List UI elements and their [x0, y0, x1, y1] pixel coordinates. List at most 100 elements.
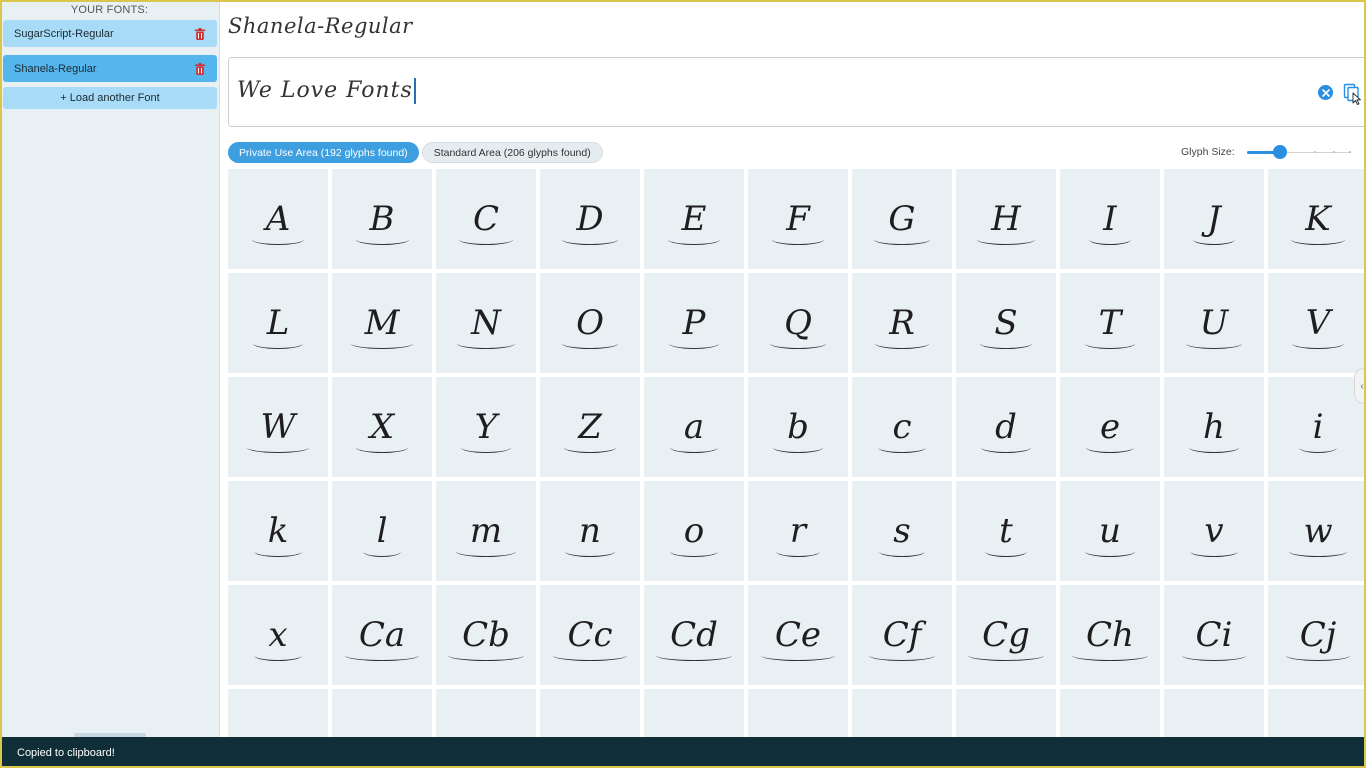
glyph-char: i [1298, 407, 1338, 453]
glyph-cell[interactable]: d [956, 377, 1056, 477]
font-item-shanela[interactable]: Shanela-Regular [3, 55, 217, 82]
glyph-cell[interactable] [436, 689, 536, 739]
glyph-cell[interactable]: J [1164, 169, 1264, 269]
glyph-cell[interactable]: I [1060, 169, 1160, 269]
preview-text[interactable]: We Love Fonts [237, 78, 416, 104]
sidebar: YOUR FONTS: SugarScript-Regular Shanela-… [0, 0, 220, 768]
glyph-cell[interactable] [228, 689, 328, 739]
glyph-cell[interactable]: m [436, 481, 536, 581]
glyph-cell[interactable]: i [1268, 377, 1366, 477]
glyph-cell[interactable]: s [852, 481, 952, 581]
clear-circle-icon[interactable] [1318, 85, 1333, 100]
glyph-cell[interactable]: e [1060, 377, 1160, 477]
glyph-cell[interactable] [852, 689, 952, 739]
glyph-cell[interactable] [1268, 689, 1366, 739]
glyph-cell[interactable]: Cc [540, 585, 640, 685]
glyph-cell[interactable]: N [436, 273, 536, 373]
glyph-cell[interactable]: E [644, 169, 744, 269]
slider-tick [1314, 151, 1316, 153]
glyph-char: Cj [1285, 615, 1350, 661]
glyph-cell[interactable]: w [1268, 481, 1366, 581]
slider-thumb[interactable] [1273, 145, 1287, 159]
glyph-cell[interactable]: P [644, 273, 744, 373]
glyph-cell[interactable]: Y [436, 377, 536, 477]
glyph-cell[interactable]: n [540, 481, 640, 581]
glyph-cell[interactable]: Cg [956, 585, 1056, 685]
glyph-char: Cf [868, 615, 935, 661]
glyph-char: C [458, 199, 514, 245]
glyph-cell[interactable]: G [852, 169, 952, 269]
glyph-cell[interactable]: D [540, 169, 640, 269]
glyph-cell[interactable]: A [228, 169, 328, 269]
glyph-char: E [667, 199, 721, 245]
glyph-cell[interactable]: o [644, 481, 744, 581]
glyph-cell[interactable]: a [644, 377, 744, 477]
glyph-cell[interactable]: u [1060, 481, 1160, 581]
glyph-char: w [1289, 511, 1347, 557]
glyph-cell[interactable] [1164, 689, 1264, 739]
preview-input[interactable]: We Love Fonts [228, 57, 1366, 127]
glyph-cell[interactable]: b [748, 377, 848, 477]
glyph-char: G [874, 199, 930, 245]
glyph-cell[interactable]: X [332, 377, 432, 477]
glyph-char: Cc [553, 615, 627, 661]
glyph-cell[interactable] [644, 689, 744, 739]
glyph-cell[interactable]: V [1268, 273, 1366, 373]
glyph-char: e [1085, 407, 1135, 453]
glyph-cell[interactable]: v [1164, 481, 1264, 581]
font-name-title: Shanela-Regular [228, 14, 413, 38]
font-item-sugarscript[interactable]: SugarScript-Regular [3, 20, 217, 47]
glyph-cell[interactable]: O [540, 273, 640, 373]
glyph-cell[interactable]: Z [540, 377, 640, 477]
trash-icon[interactable] [195, 62, 205, 75]
glyph-cell[interactable]: l [332, 481, 432, 581]
load-font-button[interactable]: + Load another Font [3, 87, 217, 109]
glyph-cell[interactable]: S [956, 273, 1056, 373]
glyph-cell[interactable] [956, 689, 1056, 739]
glyph-cell[interactable] [1060, 689, 1160, 739]
glyph-cell[interactable]: c [852, 377, 952, 477]
glyph-char: n [565, 511, 615, 557]
glyph-char: Z [564, 407, 616, 453]
glyph-cell[interactable]: T [1060, 273, 1160, 373]
glyph-cell[interactable]: Ch [1060, 585, 1160, 685]
tab-private-use-area[interactable]: Private Use Area (192 glyphs found) [228, 142, 419, 163]
tab-standard-area[interactable]: Standard Area (206 glyphs found) [421, 142, 603, 163]
glyph-cell[interactable]: t [956, 481, 1056, 581]
glyph-cell[interactable]: C [436, 169, 536, 269]
glyph-cell[interactable]: x [228, 585, 328, 685]
glyph-cell[interactable] [748, 689, 848, 739]
glyph-cell[interactable]: K [1268, 169, 1366, 269]
slider-tick [1333, 151, 1335, 153]
glyph-cell[interactable]: Ci [1164, 585, 1264, 685]
glyph-cell[interactable]: L [228, 273, 328, 373]
glyph-size-slider[interactable] [1247, 143, 1351, 161]
glyph-cell[interactable]: h [1164, 377, 1264, 477]
glyph-char: J [1193, 199, 1235, 245]
glyph-char: T [1084, 303, 1135, 349]
glyph-cell[interactable]: U [1164, 273, 1264, 373]
glyph-cell[interactable] [540, 689, 640, 739]
glyph-cell[interactable]: R [852, 273, 952, 373]
glyph-cell[interactable]: Cf [852, 585, 952, 685]
glyph-cell[interactable]: Cb [436, 585, 536, 685]
glyph-cell[interactable]: H [956, 169, 1056, 269]
glyph-cell[interactable]: k [228, 481, 328, 581]
glyph-cell[interactable]: Cj [1268, 585, 1366, 685]
glyph-cell[interactable]: Q [748, 273, 848, 373]
copy-icon[interactable] [1343, 83, 1363, 105]
glyph-cell[interactable]: W [228, 377, 328, 477]
glyph-cell[interactable]: F [748, 169, 848, 269]
glyph-char: D [562, 199, 619, 245]
glyph-cell[interactable] [332, 689, 432, 739]
chevron-left-icon[interactable]: ‹ [1354, 368, 1366, 404]
glyph-char: Ca [344, 615, 420, 661]
glyph-cell[interactable]: B [332, 169, 432, 269]
trash-icon[interactable] [195, 27, 205, 40]
glyph-cell[interactable]: Ce [748, 585, 848, 685]
glyph-cell[interactable]: r [748, 481, 848, 581]
glyph-cell[interactable]: M [332, 273, 432, 373]
glyph-cell[interactable]: Cd [644, 585, 744, 685]
glyph-area-tabs: Private Use Area (192 glyphs found) Stan… [228, 142, 603, 163]
glyph-cell[interactable]: Ca [332, 585, 432, 685]
